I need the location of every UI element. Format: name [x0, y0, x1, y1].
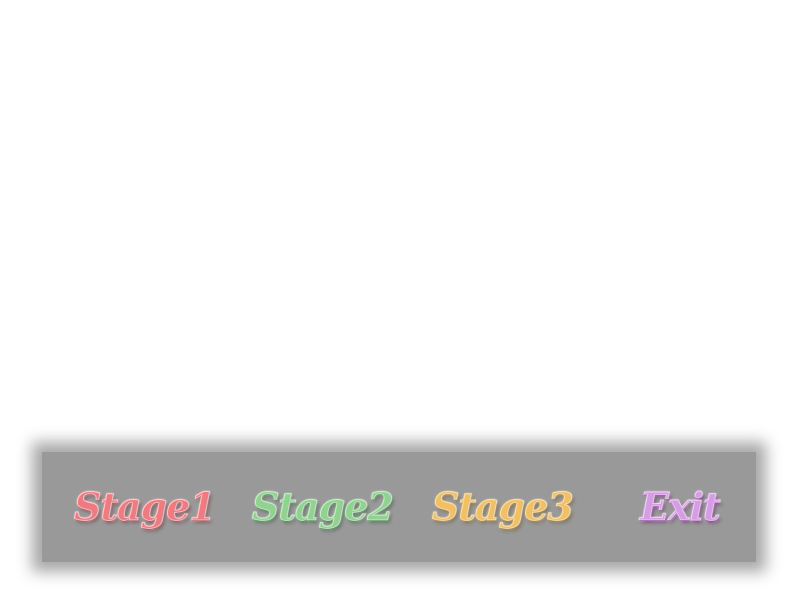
stage2-button[interactable]: Stage2: [252, 481, 395, 533]
exit-button[interactable]: Exit: [640, 481, 722, 533]
stage-select-menu: Stage1 Stage2 Stage3 Exit: [42, 452, 756, 562]
stage1-button[interactable]: Stage1: [74, 481, 217, 533]
game-screen: Stage1 Stage2 Stage3 Exit: [0, 0, 800, 600]
stage3-button[interactable]: Stage3: [432, 481, 575, 533]
